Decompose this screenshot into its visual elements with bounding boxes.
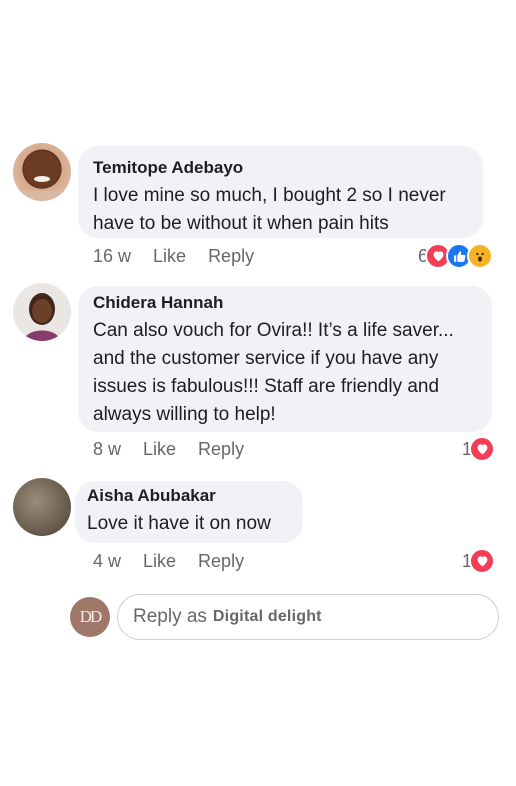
comment-text-line: Love it have it on now [87, 513, 271, 534]
comment-text-line: have to be without it when pain hits [93, 213, 389, 234]
page-avatar[interactable]: DD [70, 597, 110, 637]
comment-actions: 16 w Like Reply [93, 244, 276, 268]
comment-age[interactable]: 4 w [93, 551, 121, 572]
page-avatar-initials: DD [79, 607, 103, 626]
comment-text-line: I love mine so much, I bought 2 so I nev… [93, 185, 446, 206]
comment-text: Love it have it on now [87, 510, 291, 538]
wow-icon [467, 243, 494, 269]
comment-text: I love mine so much, I bought 2 so I nev… [93, 182, 468, 238]
comment-bubble: Temitope Adebayo I love mine so much, I … [78, 146, 483, 238]
avatar[interactable] [13, 283, 71, 341]
comment-author[interactable]: Temitope Adebayo [93, 157, 468, 179]
comment-age[interactable]: 8 w [93, 439, 121, 460]
comment-text-line: always willing to help! [93, 404, 276, 425]
avatar[interactable] [13, 478, 71, 536]
comment-actions: 4 w Like Reply [93, 549, 266, 573]
avatar[interactable] [13, 143, 71, 201]
comment-age[interactable]: 16 w [93, 246, 131, 267]
reply-input[interactable]: Reply as Digital delight [117, 594, 499, 640]
comment-bubble: Aisha Abubakar Love it have it on now [75, 481, 303, 543]
comment-bubble: Chidera Hannah Can also vouch for Ovira!… [78, 286, 492, 432]
heart-icon [469, 548, 496, 574]
comment-author[interactable]: Chidera Hannah [93, 292, 477, 314]
like-button[interactable]: Like [143, 439, 176, 460]
comment-text-line: issues is fabulous!!! Staff are friendly… [93, 376, 440, 397]
comment-author[interactable]: Aisha Abubakar [87, 485, 291, 507]
comment-actions: 8 w Like Reply [93, 437, 266, 461]
comment-text-line: Can also vouch for Ovira!! It’s a life s… [93, 320, 454, 341]
reply-button[interactable]: Reply [198, 439, 244, 460]
reaction-summary[interactable]: 1 [462, 548, 496, 574]
reply-button[interactable]: Reply [208, 246, 254, 267]
heart-icon [469, 436, 496, 462]
reply-placeholder-name: Digital delight [212, 608, 322, 625]
comment-text: Can also vouch for Ovira!! It’s a life s… [93, 317, 477, 429]
reaction-summary[interactable]: 6 [418, 243, 494, 269]
like-button[interactable]: Like [153, 246, 186, 267]
reply-composer: DD Reply as Digital delight [0, 590, 516, 646]
like-button[interactable]: Like [143, 551, 176, 572]
comment-text-line: and the customer service if you have any [93, 348, 439, 369]
reaction-summary[interactable]: 1 [462, 436, 496, 462]
reply-placeholder-prefix: Reply as [133, 606, 207, 627]
reply-button[interactable]: Reply [198, 551, 244, 572]
